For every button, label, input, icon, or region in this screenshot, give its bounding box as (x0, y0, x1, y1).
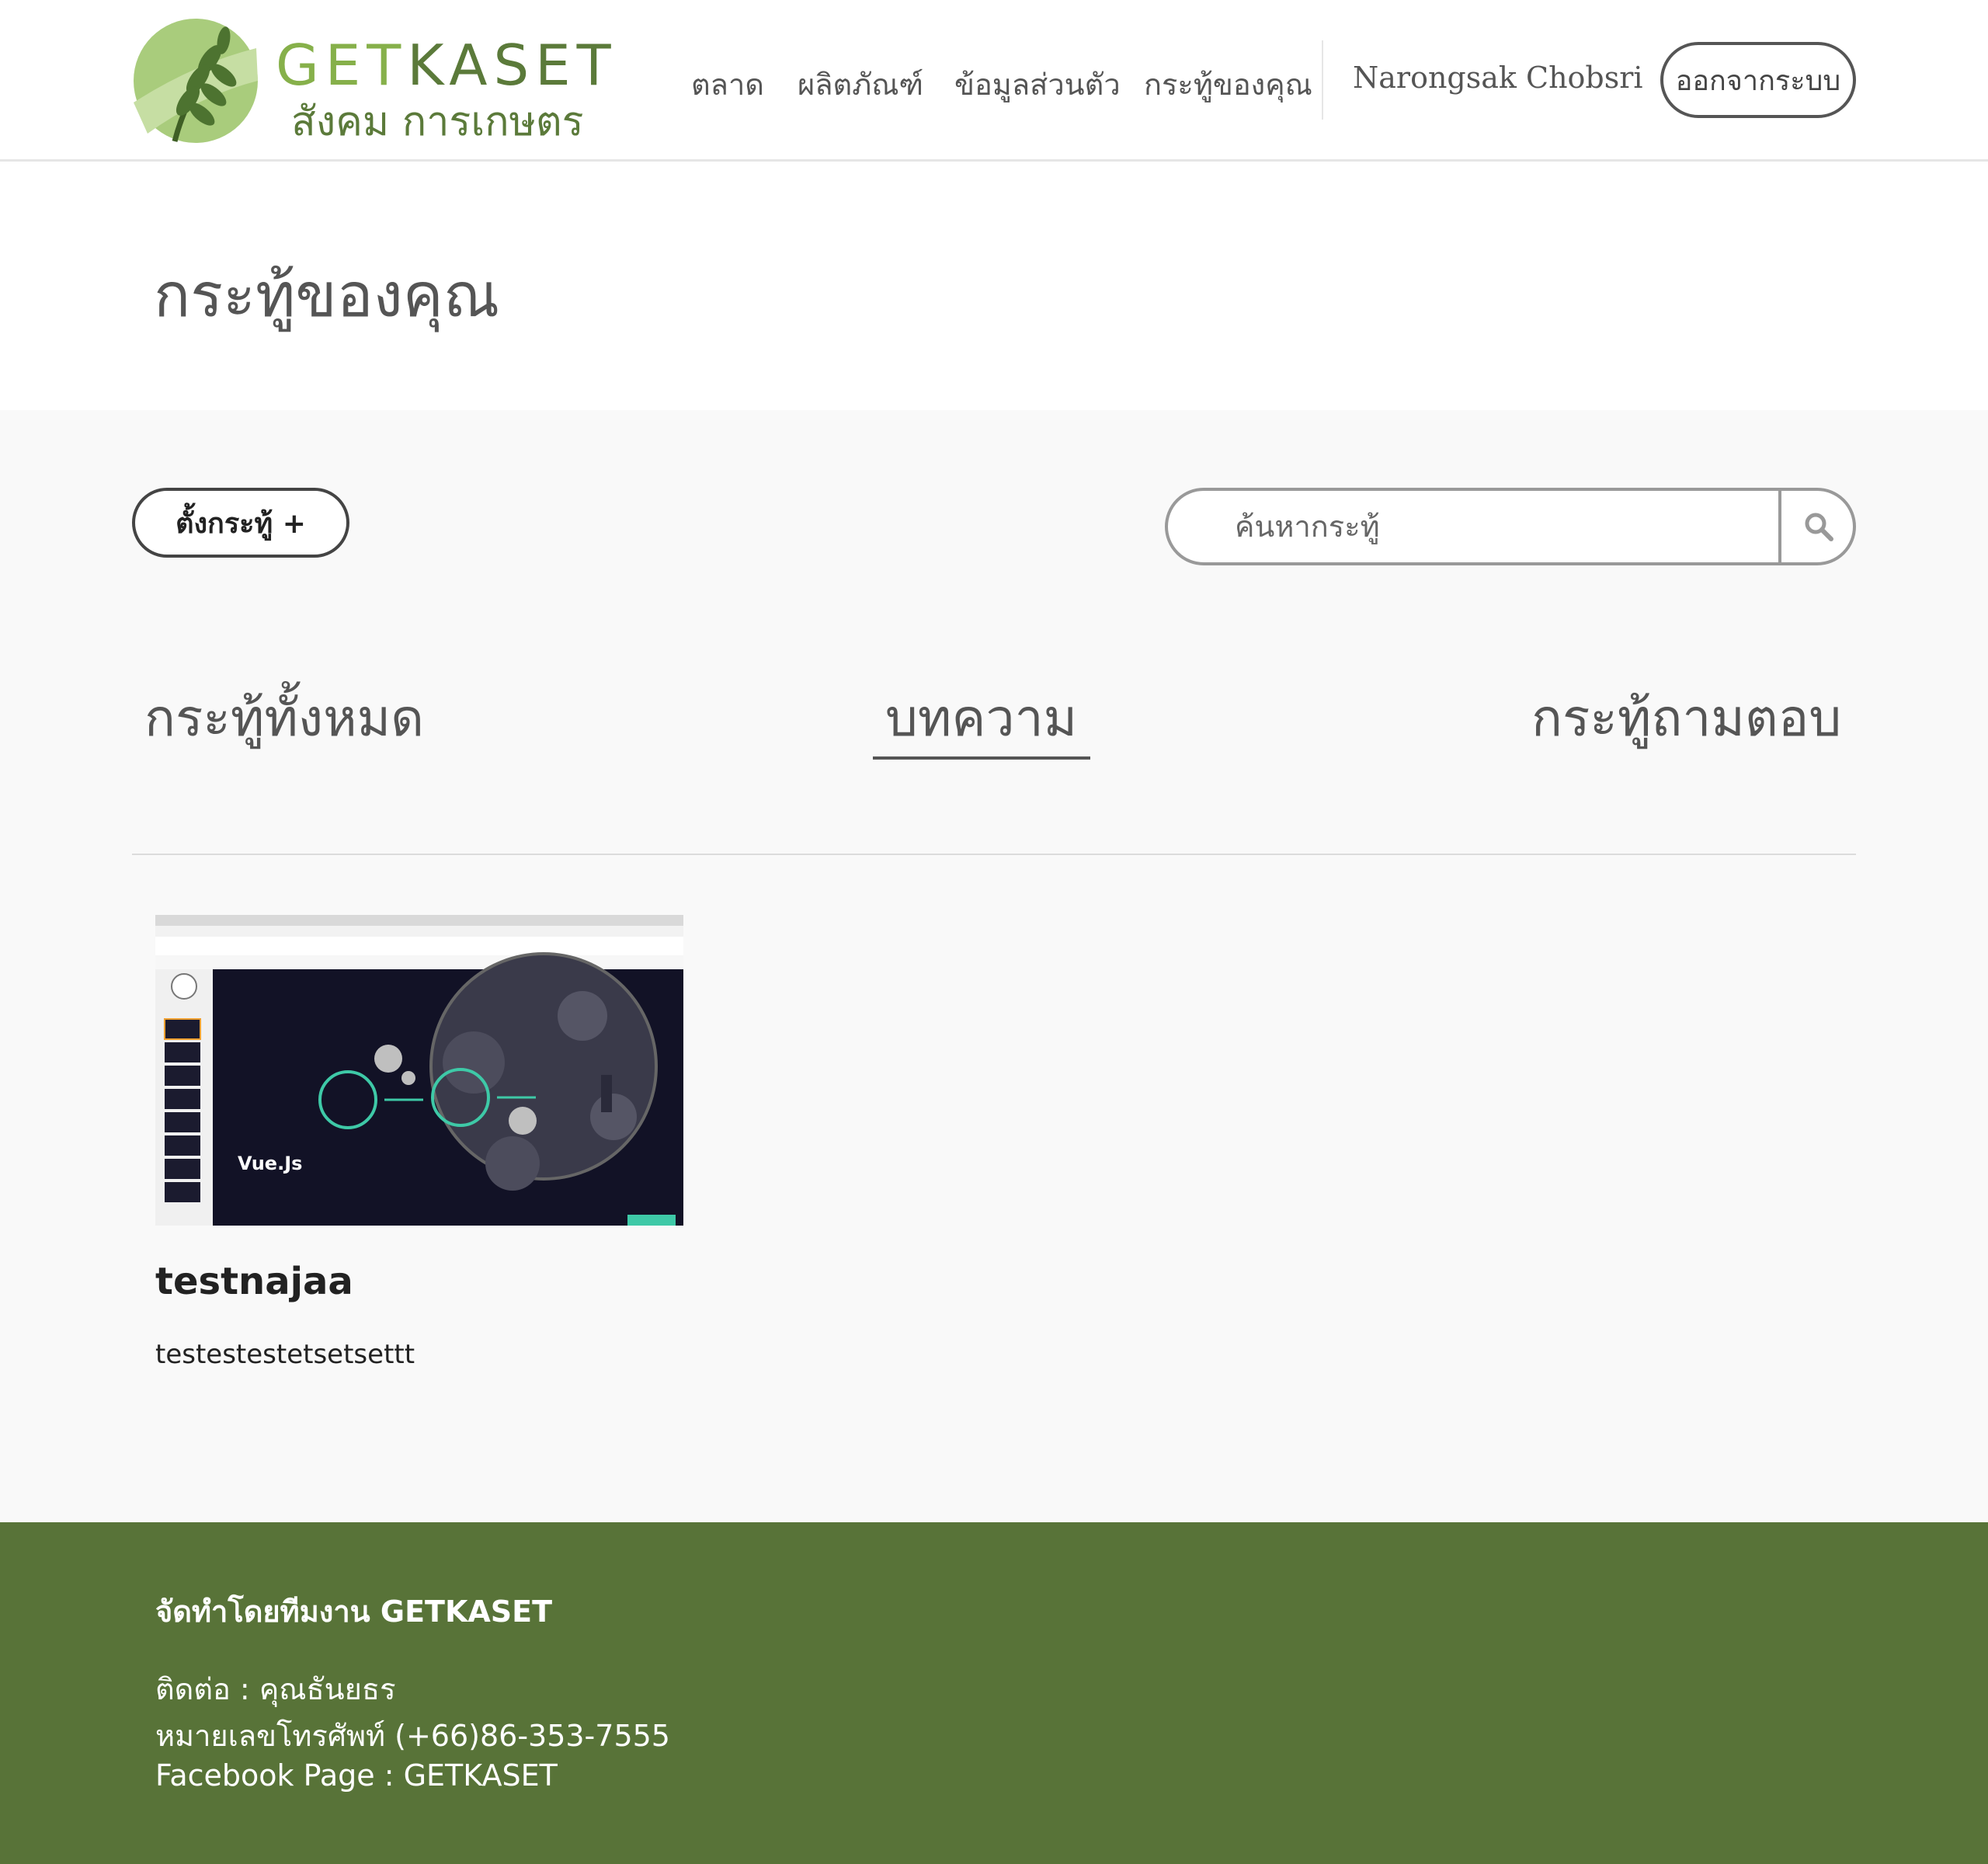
tab-qa[interactable]: กระทู้ถามตอบ (1531, 677, 1841, 759)
search-input[interactable] (1235, 491, 1763, 562)
search-box (1165, 488, 1856, 565)
logo-subtitle: สังคม การเกษตร (291, 99, 584, 145)
thumbnail-caption: Vue.Js (238, 1153, 302, 1174)
post-description: testestestetsetsettt (155, 1339, 415, 1370)
user-name[interactable]: Narongsak Chobsri (1353, 61, 1643, 95)
create-post-button[interactable]: ตั้งกระทู้ + (132, 488, 349, 558)
nav-item-profile[interactable]: ข้อมูลส่วนตัว (954, 61, 1121, 108)
post-title[interactable]: testnajaa (155, 1260, 353, 1303)
nav-item-market[interactable]: ตลาด (691, 61, 764, 108)
search-icon (1805, 513, 1833, 541)
tab-articles[interactable]: บทความ (885, 677, 1077, 759)
post-thumbnail[interactable]: Vue.Js (155, 915, 683, 1226)
footer-title: จัดทำโดยทีมงาน GETKASET (155, 1594, 553, 1629)
nav-item-products[interactable]: ผลิตภัณฑ์ (798, 61, 923, 108)
active-tab-indicator (873, 756, 1090, 760)
tab-all-posts[interactable]: กระทู้ทั้งหมด (144, 677, 424, 759)
site-logo[interactable]: GETKASET สังคม การเกษตร (132, 17, 611, 145)
logout-button[interactable]: ออกจากระบบ (1660, 42, 1856, 118)
footer-facebook[interactable]: Facebook Page : GETKASET (155, 1758, 558, 1793)
presentation-screenshot-image: Vue.Js (155, 915, 683, 1226)
page-title: กระทู้ของคุณ (154, 261, 500, 331)
nav-divider (1322, 40, 1323, 120)
nav-item-my-posts[interactable]: กระทู้ของคุณ (1144, 61, 1312, 108)
search-button[interactable] (1781, 491, 1853, 562)
leaf-logo-icon (134, 19, 258, 143)
footer-phone: หมายเลขโทรศัพท์ (+66)86-353-7555 (155, 1719, 670, 1753)
content-divider (132, 854, 1856, 855)
footer-contact: ติดต่อ : คุณธันยธร (155, 1672, 396, 1706)
site-header: GETKASET สังคม การเกษตร ตลาด ผลิตภัณฑ์ ข… (0, 0, 1988, 162)
